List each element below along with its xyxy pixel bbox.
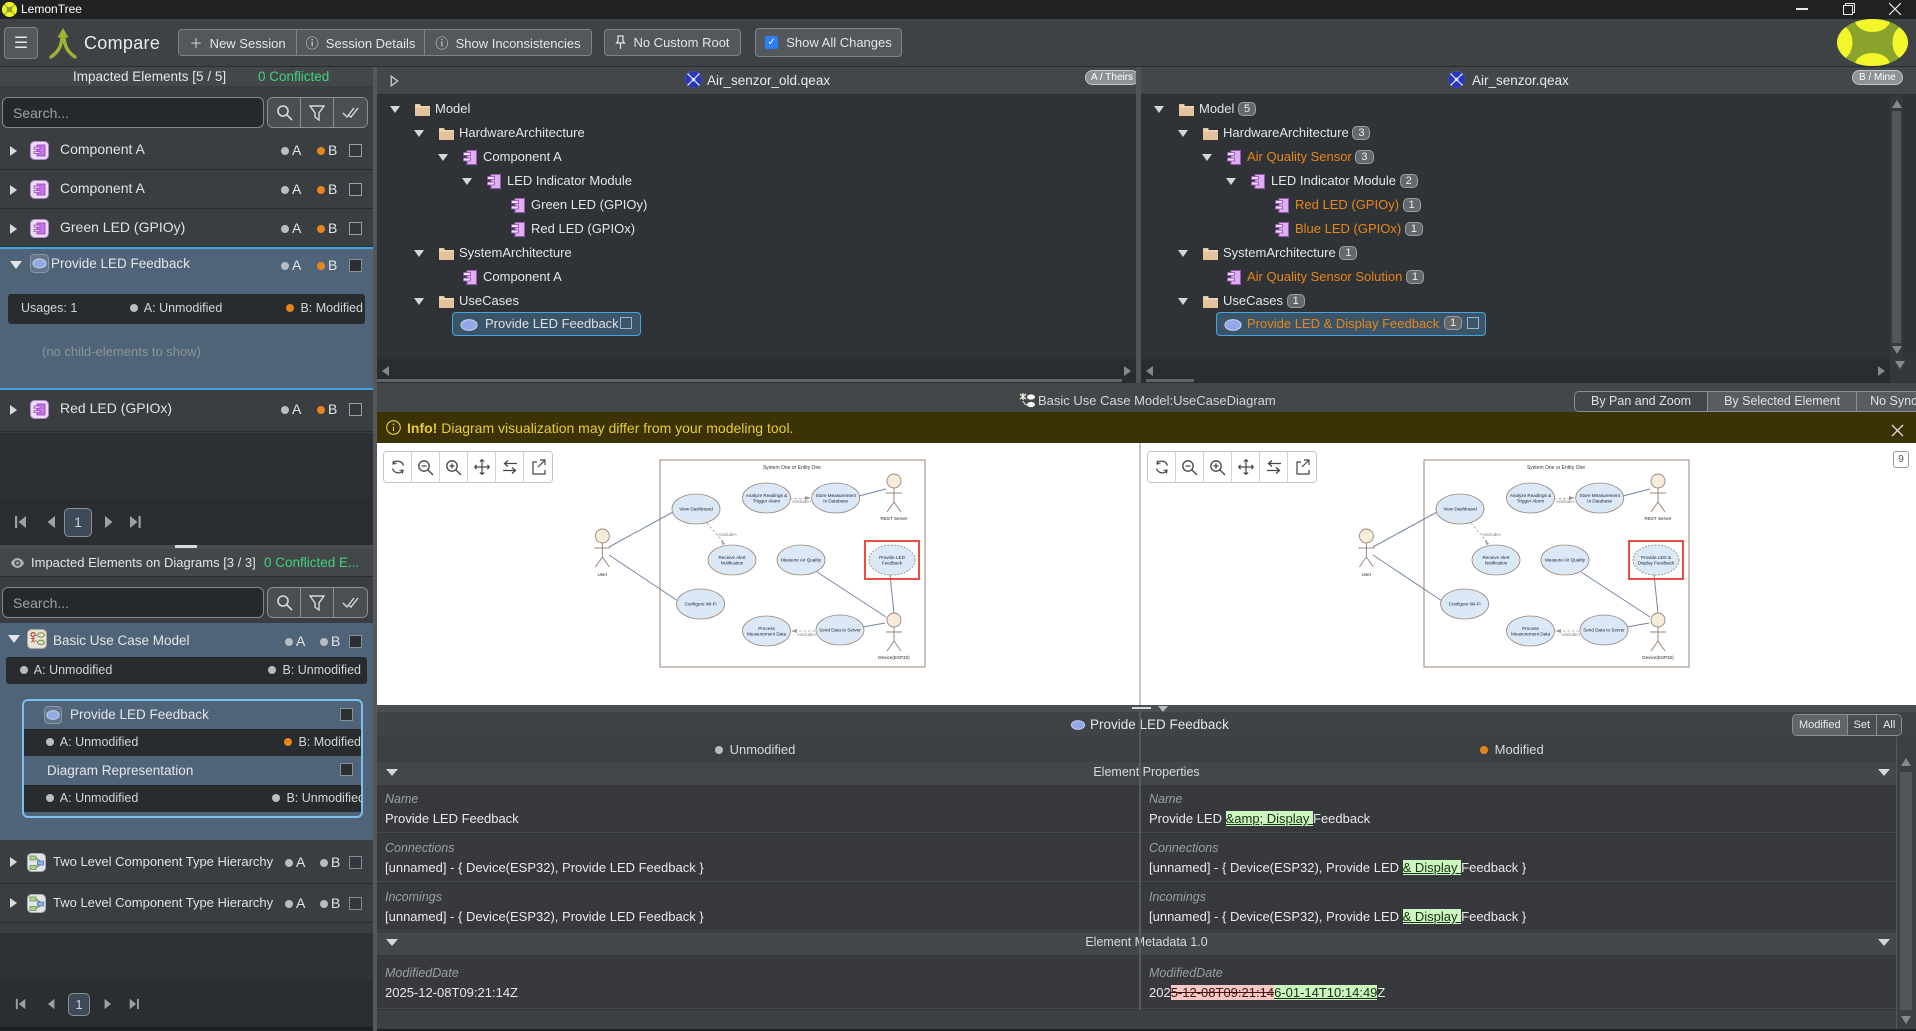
svg-text:Notification: Notification — [721, 560, 744, 565]
svg-text:Configure Wi-Fi: Configure Wi-Fi — [1449, 602, 1481, 607]
svg-text:Feedback: Feedback — [882, 560, 903, 565]
svg-text:Analyze Readings &: Analyze Readings & — [746, 493, 787, 498]
svg-text:Provide LED &: Provide LED & — [1641, 555, 1671, 560]
svg-text:Measurement Data: Measurement Data — [1511, 631, 1551, 636]
svg-text:Store Measurement: Store Measurement — [1580, 493, 1621, 498]
svg-text:«include»: «include» — [797, 632, 817, 637]
svg-text:Measure Air Quality: Measure Air Quality — [781, 558, 822, 563]
svg-text:REST Server: REST Server — [881, 516, 908, 521]
svg-text:Display Feedback: Display Feedback — [1638, 560, 1675, 565]
svg-text:Trigger Alarm: Trigger Alarm — [1517, 498, 1545, 503]
svg-text:User: User — [598, 572, 608, 577]
svg-text:Receive Alert: Receive Alert — [718, 555, 746, 560]
svg-text:Analyze Readings &: Analyze Readings & — [1510, 493, 1551, 498]
svg-text:Measure Air Quality: Measure Air Quality — [1545, 558, 1586, 563]
svg-text:«include»: «include» — [718, 532, 738, 537]
svg-text:Trigger Alarm: Trigger Alarm — [753, 498, 781, 503]
svg-text:Process: Process — [1522, 626, 1539, 631]
svg-text:Configure Wi-Fi: Configure Wi-Fi — [685, 602, 717, 607]
svg-text:View Dashboard: View Dashboard — [1443, 507, 1477, 512]
svg-text:System One or Entity One: System One or Entity One — [763, 465, 821, 471]
svg-text:In Database: In Database — [1587, 498, 1612, 503]
svg-text:REST Server: REST Server — [1645, 516, 1672, 521]
svg-text:«include»: «include» — [1561, 632, 1581, 637]
svg-text:Receive Alert: Receive Alert — [1482, 555, 1510, 560]
svg-text:Notification: Notification — [1485, 560, 1508, 565]
svg-text:Send Data to Server: Send Data to Server — [819, 628, 861, 633]
svg-text:«include»: «include» — [1556, 499, 1576, 504]
svg-text:Process: Process — [758, 626, 775, 631]
svg-text:Store Measurement: Store Measurement — [816, 493, 857, 498]
svg-text:Provide LED: Provide LED — [879, 555, 905, 560]
svg-text:«include»: «include» — [792, 499, 812, 504]
svg-text:View Dashboard: View Dashboard — [679, 507, 713, 512]
svg-text:Device(ESP32): Device(ESP32) — [878, 655, 910, 660]
svg-text:Measurement Data: Measurement Data — [747, 631, 787, 636]
svg-text:User: User — [1362, 572, 1372, 577]
svg-text:«include»: «include» — [1482, 532, 1502, 537]
svg-text:System One or Entity One: System One or Entity One — [1527, 465, 1585, 471]
svg-text:In Database: In Database — [823, 498, 848, 503]
svg-text:Send Data to Server: Send Data to Server — [1583, 628, 1625, 633]
svg-text:Device(ESP32): Device(ESP32) — [1642, 655, 1674, 660]
